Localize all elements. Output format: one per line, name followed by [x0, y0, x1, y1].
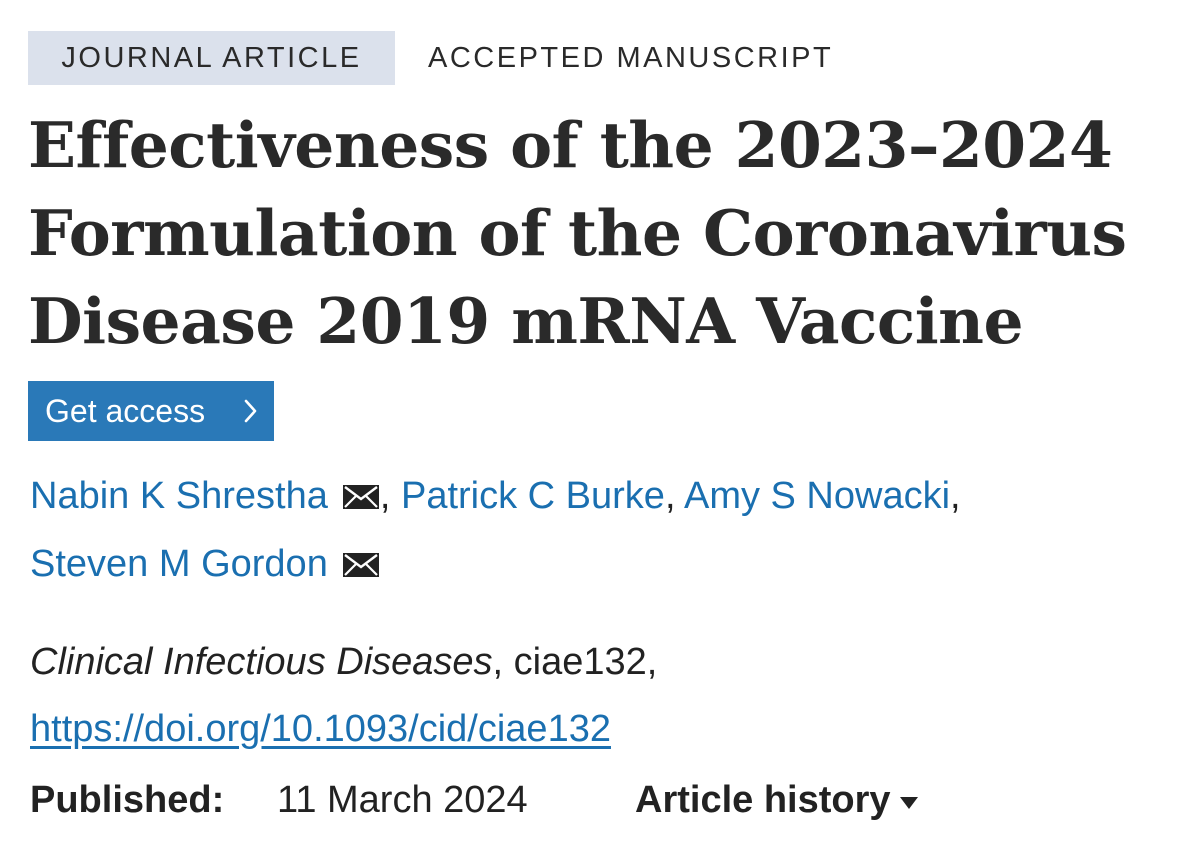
citation-line: Clinical Infectious Diseases, ciae132, [30, 633, 657, 691]
author-separator: , [664, 475, 676, 517]
get-access-label: Get access [45, 393, 206, 429]
envelope-icon[interactable] [342, 552, 380, 578]
caret-down-icon [899, 797, 918, 809]
author-separator: , [379, 475, 391, 517]
article-type-tag: JOURNAL ARTICLE [28, 31, 395, 85]
article-history-toggle[interactable]: Article history [635, 770, 919, 830]
published-label: Published: [30, 779, 225, 821]
get-access-button[interactable]: Get access [28, 381, 274, 441]
article-history-label: Article history [635, 779, 891, 821]
article-id: , ciae132, [492, 641, 658, 683]
envelope-icon[interactable] [342, 484, 380, 510]
author-link[interactable]: Patrick C Burke [401, 475, 665, 517]
manuscript-status-tag: ACCEPTED MANUSCRIPT [428, 42, 834, 74]
author-link[interactable]: Nabin K Shrestha [30, 475, 328, 517]
article-title: Effectiveness of the 2023–2024 Formulati… [28, 108, 1127, 358]
published-date: 11 March 2024 [277, 779, 528, 821]
author-separator: , [950, 475, 961, 517]
author-link[interactable]: Steven M Gordon [30, 543, 328, 585]
author-link[interactable]: Amy S Nowacki [684, 475, 950, 517]
doi-link[interactable]: https://doi.org/10.1093/cid/ciae132 [30, 700, 611, 758]
author-list: Nabin K Shrestha, Patrick C Burke, Amy S… [30, 462, 1180, 598]
journal-name: Clinical Infectious Diseases [30, 641, 493, 683]
chevron-right-icon [244, 399, 257, 423]
